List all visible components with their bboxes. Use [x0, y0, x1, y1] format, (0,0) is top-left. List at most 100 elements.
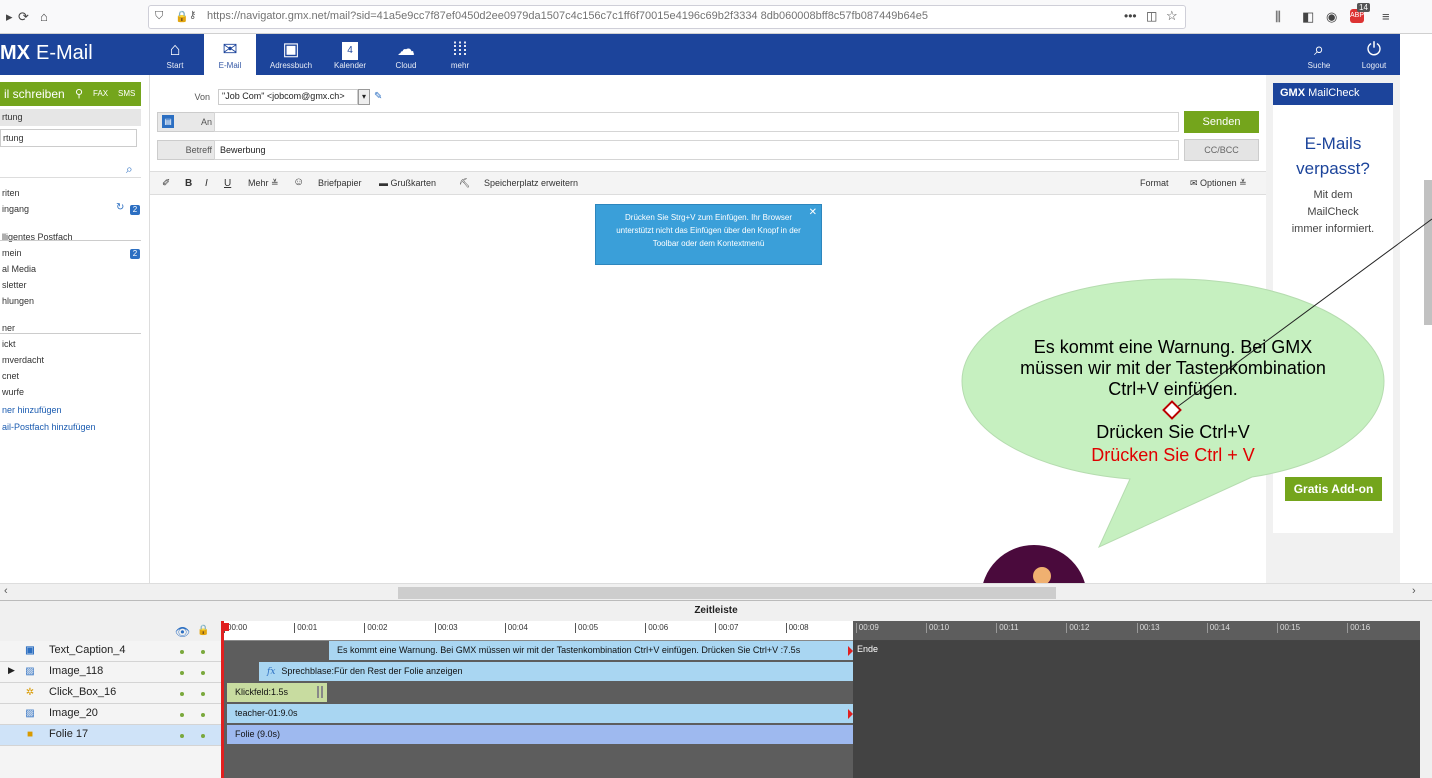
eye-icon[interactable]: 👁	[175, 625, 190, 639]
from-select[interactable]: "Job Com" <jobcom@gmx.ch>	[218, 89, 358, 105]
expand-icon[interactable]: ▶	[8, 665, 15, 676]
scroll-left-icon[interactable]: ‹	[4, 585, 8, 597]
nav-mehr[interactable]: ⁞⁞⁞ mehr	[434, 34, 486, 75]
timeline-bar-caption[interactable]: Es kommt eine Warnung. Bei GMX müssen wi…	[329, 641, 853, 660]
sidebar-item-inbox[interactable]: ingang	[2, 204, 29, 214]
visibility-dot[interactable]	[180, 713, 184, 717]
more-format-button[interactable]: Mehr ≚	[248, 178, 279, 189]
sidebar-item-sent[interactable]: ickt	[2, 339, 16, 349]
sms-button[interactable]: SMS	[118, 89, 135, 98]
folder-search[interactable]: ⌕	[0, 160, 141, 178]
cards-button[interactable]: ▬ Grußkarten	[379, 178, 436, 188]
layer-row[interactable]: ▣ Text_Caption_4	[0, 641, 223, 662]
lock-icon[interactable]: 🔒	[197, 625, 209, 636]
timeline-bar-image-118[interactable]: fx Sprechblase:Für den Rest der Folie anz…	[259, 662, 853, 681]
sidebar-item-drafts[interactable]: wurfe	[2, 387, 24, 397]
bar-label: Sprechblase:Für den Rest der Folie anzei…	[281, 666, 463, 676]
sidebar-icon[interactable]: ◧	[1302, 8, 1314, 26]
underline-button[interactable]: U	[224, 178, 231, 189]
page-scrollbar-thumb[interactable]	[1424, 180, 1432, 325]
lock-dot[interactable]	[201, 650, 205, 654]
subject-input[interactable]: Bewerbung	[214, 140, 1179, 160]
timeline-bar-clickbox[interactable]: Klickfeld:1.5s	[227, 683, 327, 702]
url-text[interactable]: https://navigator.gmx.net/mail?sid=41a5e…	[207, 10, 1077, 22]
nav-email[interactable]: ✉ E-Mail	[204, 34, 256, 75]
url-bar[interactable]: ⛉ 🔒 ⚷ https://navigator.gmx.net/mail?sid…	[148, 5, 1186, 29]
timeline-tick-label: 00:11	[996, 623, 1019, 633]
lock-dot[interactable]	[201, 692, 205, 696]
layer-row[interactable]: ✲ Click_Box_16	[0, 683, 223, 704]
nav-logout[interactable]: ⏻ Logout	[1348, 34, 1400, 75]
lock-dot[interactable]	[201, 713, 205, 717]
refresh-icon[interactable]: ↻	[116, 202, 124, 213]
search-icon[interactable]: ⌕	[126, 162, 133, 177]
format-button[interactable]: Format	[1140, 178, 1169, 188]
horizontal-scrollbar-thumb[interactable]	[398, 587, 1056, 599]
gmx-logo[interactable]: MX E-Mail	[0, 42, 93, 65]
nav-cloud[interactable]: ☁ Cloud	[380, 34, 432, 75]
key-icon[interactable]: ⚷	[189, 10, 196, 21]
home-icon[interactable]: ⌂	[40, 8, 48, 26]
add-folder-link[interactable]: ner hinzufügen	[2, 405, 62, 415]
chevron-down-icon[interactable]: ▾	[358, 89, 370, 105]
reload-icon[interactable]: ⟳	[18, 8, 29, 26]
lock-icon[interactable]: 🔒	[175, 10, 189, 23]
stationery-button[interactable]: Briefpapier	[318, 178, 362, 188]
visibility-dot[interactable]	[180, 650, 184, 654]
layer-row[interactable]: ▶ ▨ Image_118	[0, 662, 223, 683]
end-marker-icon	[848, 646, 853, 656]
lock-dot[interactable]	[201, 671, 205, 675]
options-button[interactable]: ✉ Optionen ≚	[1190, 178, 1247, 189]
nav-kalender[interactable]: 4 Kalender	[324, 34, 376, 75]
sidebar-item-social[interactable]: al Media	[2, 264, 36, 274]
send-button[interactable]: Senden	[1184, 111, 1259, 133]
draft-row[interactable]: rtung	[0, 129, 137, 147]
menu-icon[interactable]: ≡	[1382, 8, 1390, 26]
account-icon[interactable]: ◉	[1326, 8, 1337, 26]
close-icon[interactable]: ✕	[809, 206, 817, 219]
sidebar-item-payments[interactable]: hlungen	[2, 296, 34, 306]
cc-bcc-button[interactable]: CC/BCC	[1184, 139, 1259, 161]
storage-link[interactable]: Speicherplatz erweitern	[484, 178, 578, 188]
back-icon[interactable]: ▸	[6, 8, 13, 26]
lock-dot[interactable]	[201, 734, 205, 738]
timeline-bar-slide[interactable]: Folie (9.0s)	[227, 725, 853, 744]
shield-icon[interactable]: ⛉	[155, 10, 163, 23]
star-icon[interactable]: ☆	[1166, 8, 1178, 24]
storage-icon: ⛏	[459, 178, 471, 188]
fax-button[interactable]: FAX	[93, 89, 108, 98]
sidebar-item-favorites[interactable]: riten	[2, 188, 20, 198]
pause-icon	[317, 686, 323, 698]
nav-search[interactable]: ⌕ Suche	[1293, 34, 1345, 75]
sidebar-item-newsletter[interactable]: sletter	[2, 280, 27, 290]
more-icon[interactable]: •••	[1124, 9, 1137, 23]
bold-button[interactable]: B	[185, 178, 192, 189]
paperclip-icon[interactable]: ✐	[162, 178, 170, 189]
visibility-dot[interactable]	[180, 734, 184, 738]
timeline-bar-image-20[interactable]: teacher-01:9.0s	[227, 704, 853, 723]
library-icon[interactable]: ⫼	[1275, 8, 1281, 26]
emoji-icon[interactable]: ☺	[293, 176, 304, 188]
sidebar-item-trash[interactable]: cnet	[2, 371, 19, 381]
visibility-dot[interactable]	[180, 671, 184, 675]
add-mailbox-link[interactable]: ail-Postfach hinzufügen	[2, 422, 96, 432]
contact-icon[interactable]: ▤	[162, 115, 174, 128]
playhead-handle[interactable]	[223, 623, 229, 631]
pocket-icon[interactable]: ◫	[1146, 9, 1157, 23]
draft-row-selected[interactable]: rtung	[0, 109, 141, 126]
to-label-box[interactable]: ▤ An	[157, 112, 215, 132]
nav-adressbuch[interactable]: ▣ Adressbuch	[264, 34, 318, 75]
layer-row[interactable]: ▨ Image_20	[0, 704, 223, 725]
scroll-right-icon[interactable]: ›	[1412, 585, 1416, 597]
playhead[interactable]	[221, 621, 224, 778]
sidebar-item-general[interactable]: mein	[2, 248, 22, 258]
to-input[interactable]	[214, 112, 1179, 132]
edit-icon[interactable]: ✎	[374, 91, 382, 102]
sidebar-item-spam[interactable]: mverdacht	[2, 355, 44, 365]
italic-button[interactable]: I	[205, 178, 208, 189]
timeline-tracks-extended	[853, 641, 1420, 778]
compose-button[interactable]: il schreiben ⚲ FAX SMS	[0, 82, 141, 106]
layer-row-selected[interactable]: ■ Folie 17	[0, 725, 223, 746]
nav-start[interactable]: ⌂ Start	[149, 34, 201, 75]
visibility-dot[interactable]	[180, 692, 184, 696]
